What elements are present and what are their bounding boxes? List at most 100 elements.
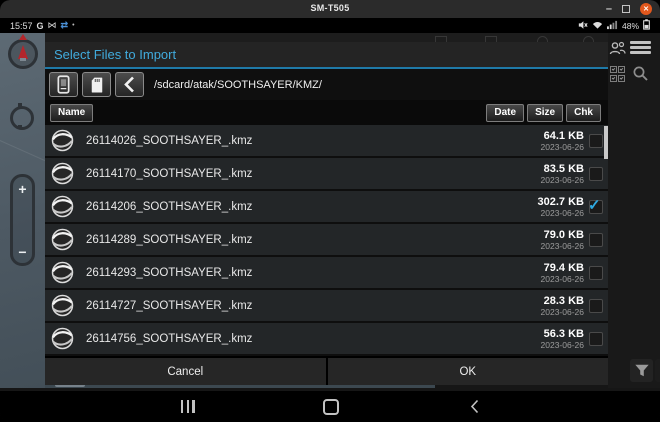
sd-card-icon	[91, 77, 102, 92]
file-size: 79.0 KB	[543, 228, 584, 241]
file-row[interactable]: 26114206_SOOTHSAYER_.kmz 302.7 KB 2023-0…	[45, 191, 608, 224]
funnel-icon	[634, 364, 649, 377]
google-earth-icon	[51, 294, 74, 317]
google-earth-icon	[51, 195, 74, 218]
google-earth-icon	[51, 129, 74, 152]
menu-icon[interactable]	[630, 41, 651, 54]
navigate-up-button[interactable]	[115, 72, 144, 97]
window-title: SM-T505	[310, 3, 350, 13]
file-meta: 83.5 KB 2023-06-26	[541, 163, 584, 185]
right-toolbar	[608, 33, 660, 388]
dialog-title: Select Files to Import	[45, 42, 608, 69]
recents-button[interactable]	[181, 400, 195, 413]
pairing-icon: ⋈	[47, 20, 57, 30]
minimize-button[interactable]: –	[606, 4, 612, 15]
battery-icon	[643, 19, 650, 32]
multiselect-grid-icon[interactable]	[610, 66, 626, 82]
compass-needle-icon	[18, 45, 28, 61]
internal-storage-button[interactable]	[49, 72, 78, 97]
file-meta: 56.3 KB 2023-06-26	[541, 328, 584, 350]
status-left: 15:57 G ⋈ ⇄ •	[10, 20, 75, 31]
window-titlebar: SM-T505 – ✕	[0, 0, 660, 18]
list-header: Name Date Size Chk	[45, 100, 608, 125]
file-size: 79.4 KB	[543, 261, 584, 274]
check-column-button[interactable]: Chk	[566, 103, 601, 122]
status-right: 48%	[578, 19, 650, 32]
file-checkbox[interactable]	[589, 166, 603, 181]
battery-percent: 48%	[621, 20, 639, 31]
file-checkbox[interactable]	[589, 232, 603, 247]
notification-dot-icon: •	[72, 22, 75, 29]
file-meta: 302.7 KB 2023-06-26	[538, 196, 584, 218]
ok-button[interactable]: OK	[327, 358, 608, 385]
status-bar: 15:57 G ⋈ ⇄ • 48%	[0, 18, 660, 33]
import-dialog: Select Files to Import /sdcard/atak/SOOT…	[45, 42, 608, 385]
sort-by-date-button[interactable]: Date	[486, 103, 525, 122]
self-location-button[interactable]	[10, 103, 34, 130]
current-path: /sdcard/atak/SOOTHSAYER/KMZ/	[154, 78, 322, 91]
file-row[interactable]: 26114289_SOOTHSAYER_.kmz 79.0 KB 2023-06…	[45, 224, 608, 257]
file-date: 2023-06-26	[540, 141, 584, 152]
contacts-icon[interactable]	[609, 41, 626, 61]
scrollbar-thumb[interactable]	[604, 126, 608, 159]
file-name: 26114026_SOOTHSAYER_.kmz	[86, 134, 253, 147]
file-size: 64.1 KB	[543, 129, 584, 142]
file-row[interactable]: 26114170_SOOTHSAYER_.kmz 83.5 KB 2023-06…	[45, 158, 608, 191]
clock: 15:57	[10, 20, 33, 31]
google-earth-icon	[51, 162, 74, 185]
file-row[interactable]: 26114026_SOOTHSAYER_.kmz 64.1 KB 2023-06…	[45, 125, 608, 158]
file-meta: 79.0 KB 2023-06-26	[541, 229, 584, 251]
back-button[interactable]	[470, 399, 479, 419]
file-date: 2023-06-26	[540, 306, 584, 317]
file-meta: 64.1 KB 2023-06-26	[541, 130, 584, 152]
file-row[interactable]: 26114756_SOOTHSAYER_.kmz 56.3 KB 2023-06…	[45, 323, 608, 356]
google-earth-icon	[51, 228, 74, 251]
compass-button[interactable]	[8, 34, 38, 69]
atak-app-background: + − Select Files to Import /sdcard/atak/…	[0, 33, 660, 391]
file-row[interactable]: 26114293_SOOTHSAYER_.kmz 79.4 KB 2023-06…	[45, 257, 608, 290]
file-checkbox[interactable]	[589, 265, 603, 280]
file-checkbox[interactable]	[588, 196, 603, 214]
file-date: 2023-06-26	[540, 240, 584, 251]
file-size: 302.7 KB	[537, 195, 584, 208]
file-checkbox[interactable]	[589, 331, 603, 346]
google-earth-icon	[51, 327, 74, 350]
zoom-controls: + −	[10, 174, 35, 266]
file-size: 56.3 KB	[543, 327, 584, 340]
file-name: 26114170_SOOTHSAYER_.kmz	[86, 167, 253, 180]
phone-icon	[57, 75, 70, 94]
file-date: 2023-06-26	[540, 273, 584, 284]
sync-icon: ⇄	[60, 20, 69, 30]
wifi-icon	[592, 20, 603, 32]
clear-button[interactable]	[655, 359, 660, 382]
map-view[interactable]: + −	[0, 33, 62, 388]
file-name: 26114206_SOOTHSAYER_.kmz	[86, 200, 253, 213]
file-name: 26114727_SOOTHSAYER_.kmz	[86, 299, 253, 312]
path-toolbar: /sdcard/atak/SOOTHSAYER/KMZ/	[45, 69, 608, 100]
window-controls: – ✕	[606, 0, 652, 18]
sort-by-size-button[interactable]: Size	[527, 103, 564, 122]
android-navbar	[0, 391, 660, 422]
sd-card-button[interactable]	[82, 72, 111, 97]
file-name: 26114756_SOOTHSAYER_.kmz	[86, 332, 253, 345]
file-checkbox[interactable]	[589, 133, 603, 148]
file-checkbox[interactable]	[589, 298, 603, 313]
file-size: 83.5 KB	[543, 162, 584, 175]
filter-button[interactable]	[630, 359, 653, 382]
search-icon[interactable]	[632, 65, 649, 87]
zoom-out-button[interactable]: −	[13, 244, 32, 260]
zoom-in-button[interactable]: +	[13, 181, 32, 197]
file-date: 2023-06-26	[540, 339, 584, 350]
file-row[interactable]: 26114727_SOOTHSAYER_.kmz 28.3 KB 2023-06…	[45, 290, 608, 323]
network-type-indicator: G	[36, 20, 44, 31]
home-button[interactable]	[323, 399, 339, 415]
sort-by-name-button[interactable]: Name	[50, 103, 94, 122]
file-list: 26114026_SOOTHSAYER_.kmz 64.1 KB 2023-06…	[45, 125, 608, 356]
file-date: 2023-06-26	[540, 174, 584, 185]
maximize-button[interactable]	[622, 5, 630, 13]
mute-icon	[578, 20, 588, 32]
cancel-button[interactable]: Cancel	[45, 358, 326, 385]
close-button[interactable]: ✕	[640, 3, 652, 15]
file-size: 28.3 KB	[543, 294, 584, 307]
file-date: 2023-06-26	[540, 207, 584, 218]
